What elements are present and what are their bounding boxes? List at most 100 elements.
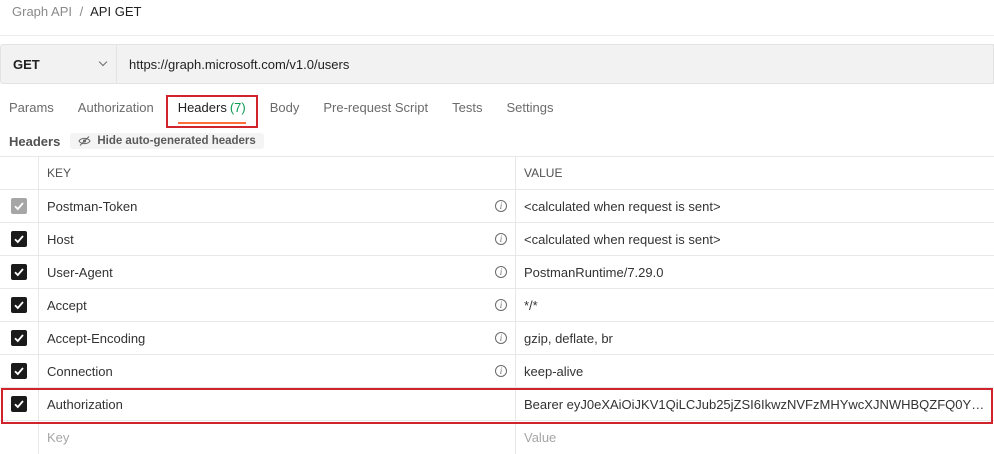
table-row: Host i <calculated when request is sent>: [0, 223, 994, 256]
row-check-cell: [0, 355, 39, 387]
row-check-cell: [0, 388, 39, 420]
row-value-cell[interactable]: Bearer eyJ0eXAiOiJKV1QiLCJub25jZSI6IkwzN…: [516, 388, 994, 420]
headers-bar: Headers Hide auto-generated headers: [9, 131, 264, 151]
row-check-cell: [0, 289, 39, 321]
hide-button-label: Hide auto-generated headers: [97, 135, 256, 147]
tab-tests[interactable]: Tests: [452, 96, 482, 126]
checkbox[interactable]: [11, 363, 27, 379]
row-value: keep-alive: [524, 363, 584, 379]
breadcrumb-current[interactable]: API GET: [90, 4, 141, 19]
tab-pre-request-script[interactable]: Pre-request Script: [323, 96, 428, 126]
row-value-cell[interactable]: gzip, deflate, br: [516, 322, 994, 354]
row-key-cell[interactable]: User-Agent i: [39, 256, 516, 288]
info-icon[interactable]: i: [495, 233, 507, 245]
table-row: Authorization Bearer eyJ0eXAiOiJKV1QiLCJ…: [0, 388, 994, 421]
tab-headers[interactable]: Headers (7): [177, 96, 246, 126]
column-header-value-label: VALUE: [524, 166, 563, 180]
row-key-cell[interactable]: Connection i: [39, 355, 516, 387]
row-value: <calculated when request is sent>: [524, 198, 721, 214]
table-row: Connection i keep-alive: [0, 355, 994, 388]
tab-label: Pre-request Script: [323, 100, 429, 115]
breadcrumb: Graph API / API GET: [12, 4, 141, 19]
checkmark-icon: [14, 400, 24, 409]
checkbox-disabled: [11, 198, 27, 214]
row-key: Postman-Token: [47, 198, 138, 214]
tab-count-badge: (7): [229, 100, 246, 115]
info-icon[interactable]: i: [495, 365, 507, 377]
value-placeholder: Value: [524, 430, 557, 445]
column-header-key: KEY: [39, 157, 516, 189]
row-key: Host: [47, 231, 74, 247]
headers-section-title: Headers: [9, 133, 61, 149]
row-value: Bearer eyJ0eXAiOiJKV1QiLCJub25jZSI6IkwzN…: [524, 396, 986, 412]
row-value-cell[interactable]: keep-alive: [516, 355, 994, 387]
info-icon[interactable]: i: [495, 332, 507, 344]
row-key: Accept-Encoding: [47, 330, 146, 346]
row-key-cell[interactable]: Accept-Encoding i: [39, 322, 516, 354]
checkmark-icon: [14, 268, 24, 277]
info-icon[interactable]: i: [495, 200, 507, 212]
method-select[interactable]: GET: [0, 44, 116, 84]
headers-table: KEY VALUE Postman-Token i <calculated whe…: [0, 156, 994, 454]
checkbox[interactable]: [11, 297, 27, 313]
tab-label: Tests: [452, 100, 483, 115]
info-icon[interactable]: i: [495, 299, 507, 311]
row-value-cell[interactable]: PostmanRuntime/7.29.0: [516, 256, 994, 288]
checkmark-icon: [14, 367, 24, 376]
row-check-cell: [0, 223, 39, 255]
column-header-value: VALUE: [516, 157, 994, 189]
checkmark-icon: [14, 202, 24, 211]
row-key-cell[interactable]: Authorization: [39, 388, 516, 420]
row-value-cell[interactable]: <calculated when request is sent>: [516, 190, 994, 222]
method-label: GET: [13, 56, 40, 72]
row-key-cell[interactable]: Postman-Token i: [39, 190, 516, 222]
row-value-cell[interactable]: <calculated when request is sent>: [516, 223, 994, 255]
checkbox[interactable]: [11, 264, 27, 280]
row-value: */*: [524, 297, 538, 313]
row-value: PostmanRuntime/7.29.0: [524, 264, 664, 280]
tab-label: Headers: [177, 100, 227, 115]
row-key: Connection: [47, 363, 113, 379]
new-key-input[interactable]: Key: [39, 421, 516, 454]
row-key-cell[interactable]: Host i: [39, 223, 516, 255]
table-new-row: Key Value: [0, 421, 994, 454]
key-placeholder: Key: [47, 430, 70, 445]
chevron-down-icon: [98, 57, 108, 67]
table-row: Accept i */*: [0, 289, 994, 322]
tab-label: Settings: [506, 100, 554, 115]
row-key: Authorization: [47, 396, 123, 412]
row-check-cell: [0, 190, 39, 222]
row-check-cell: [0, 421, 39, 454]
info-icon[interactable]: i: [495, 266, 507, 278]
hide-auto-generated-button[interactable]: Hide auto-generated headers: [70, 133, 264, 149]
checkmark-icon: [14, 301, 24, 310]
tab-settings[interactable]: Settings: [506, 96, 553, 126]
row-key-cell[interactable]: Accept i: [39, 289, 516, 321]
tab-label: Authorization: [77, 100, 154, 115]
eye-slash-icon: [78, 136, 91, 146]
tab-label: Params: [9, 100, 54, 115]
row-key: User-Agent: [47, 264, 113, 280]
top-divider: [0, 35, 994, 36]
row-value-cell[interactable]: */*: [516, 289, 994, 321]
column-header-key-label: KEY: [47, 166, 72, 180]
breadcrumb-separator: /: [79, 4, 84, 19]
checkbox[interactable]: [11, 330, 27, 346]
tab-authorization[interactable]: Authorization: [78, 96, 154, 126]
row-value: gzip, deflate, br: [524, 330, 613, 346]
checkmark-icon: [14, 334, 24, 343]
row-check-cell: [0, 256, 39, 288]
row-check-cell: [0, 322, 39, 354]
tab-params[interactable]: Params: [9, 96, 54, 126]
url-input[interactable]: [116, 44, 994, 84]
new-value-input[interactable]: Value: [516, 421, 994, 454]
checkbox[interactable]: [11, 231, 27, 247]
tab-label: Body: [269, 100, 300, 115]
request-bar: GET: [0, 44, 994, 84]
tab-body[interactable]: Body: [270, 96, 300, 126]
breadcrumb-parent[interactable]: Graph API: [12, 4, 72, 19]
header-check-cell: [0, 157, 39, 189]
checkbox[interactable]: [11, 396, 27, 412]
row-key: Accept: [47, 297, 87, 313]
table-row: User-Agent i PostmanRuntime/7.29.0: [0, 256, 994, 289]
